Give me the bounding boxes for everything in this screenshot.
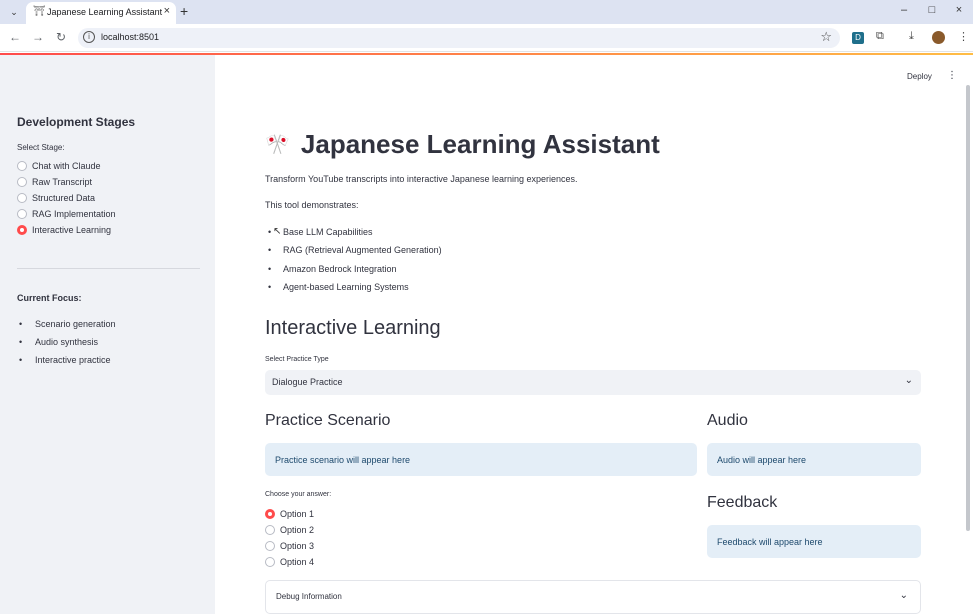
radio-icon[interactable] xyxy=(265,557,275,567)
option-label: Option 3 xyxy=(280,541,315,551)
capability-list-item: • RAG (Retrieval Augmented Generation) xyxy=(268,245,442,255)
tab-close-icon[interactable]: × xyxy=(164,5,170,17)
extension-icon[interactable]: D xyxy=(852,32,864,44)
capability-label: Base LLM Capabilities xyxy=(283,227,373,237)
radio-icon[interactable] xyxy=(17,161,27,171)
audio-placeholder: Audio will appear here xyxy=(717,455,807,465)
practice-scenario-title: Practice Scenario xyxy=(265,412,391,429)
scenario-placeholder: Practice scenario will appear here xyxy=(275,455,411,465)
stage-option-label: Structured Data xyxy=(32,193,96,203)
radio-icon[interactable] xyxy=(265,525,275,535)
new-tab-button[interactable]: + xyxy=(180,3,188,19)
scenario-info-box: Practice scenario will appear here xyxy=(265,443,697,476)
demonstrates-text: This tool demonstrates: xyxy=(265,200,359,210)
forward-icon[interactable]: → xyxy=(31,30,45,44)
profile-avatar[interactable] xyxy=(932,31,945,44)
stage-option-label: Raw Transcript xyxy=(32,177,93,187)
answer-option-3[interactable]: Option 3 xyxy=(265,539,314,553)
back-icon[interactable]: ← xyxy=(8,30,22,44)
answer-label: Choose your answer: xyxy=(265,491,332,498)
browser-tab-bar: ⌄ ⛩ Japanese Learning Assistant × + – □ … xyxy=(0,0,973,24)
radio-icon[interactable] xyxy=(265,541,275,551)
answer-option-1[interactable]: Option 1 xyxy=(265,507,314,521)
stage-option-structured-data[interactable]: Structured Data xyxy=(17,191,95,205)
practice-type-value[interactable]: Dialogue Practice xyxy=(272,377,343,387)
option-label: Option 4 xyxy=(280,557,315,567)
audio-title: Audio xyxy=(707,412,748,429)
debug-expander[interactable]: Debug Information ⌄ xyxy=(265,580,921,614)
capability-list-item: • Amazon Bedrock Integration xyxy=(268,264,397,274)
focus-item-label: Interactive practice xyxy=(35,355,111,365)
audio-info-box: Audio will appear here xyxy=(707,443,921,476)
stage-option-label: RAG Implementation xyxy=(32,209,116,219)
focus-list-item: • Scenario generation xyxy=(19,319,116,329)
answer-option-4[interactable]: Option 4 xyxy=(265,555,314,569)
section-title: Interactive Learning xyxy=(265,317,441,339)
japanese-flags-icon: 🎌 xyxy=(265,133,290,156)
intro-text: Transform YouTube transcripts into inter… xyxy=(265,174,578,184)
chevron-down-icon[interactable]: ⌄ xyxy=(905,375,913,386)
mouse-cursor-icon: ↖ xyxy=(273,226,282,237)
browser-menu-icon[interactable]: ⋮ xyxy=(958,30,969,43)
capability-label: Agent-based Learning Systems xyxy=(283,282,409,292)
page-scrollbar[interactable] xyxy=(966,85,970,531)
stage-option-label: Interactive Learning xyxy=(32,225,112,235)
stage-option-raw-transcript[interactable]: Raw Transcript xyxy=(17,175,92,189)
feedback-title: Feedback xyxy=(707,494,778,511)
page-title: Japanese Learning Assistant xyxy=(300,128,660,159)
streamlit-favicon-icon: ⛩ xyxy=(33,6,46,17)
capability-label: Amazon Bedrock Integration xyxy=(283,264,397,274)
radio-icon[interactable] xyxy=(17,193,27,203)
page-title-row: 🎌 Japanese Learning Assistant xyxy=(265,127,660,161)
maximize-icon[interactable]: □ xyxy=(925,4,939,16)
radio-selected-icon[interactable] xyxy=(265,509,275,519)
sidebar-divider xyxy=(17,268,200,269)
stage-option-rag[interactable]: RAG Implementation xyxy=(17,207,116,221)
focus-item-label: Audio synthesis xyxy=(35,337,99,347)
minimize-icon[interactable]: – xyxy=(897,4,911,16)
sidebar: Development Stages Select Stage: Chat wi… xyxy=(0,55,215,614)
debug-expander-label[interactable]: Debug Information xyxy=(276,592,342,601)
app-menu-icon[interactable]: ⋮ xyxy=(947,70,957,81)
window-close-icon[interactable]: × xyxy=(952,4,966,16)
download-icon[interactable]: ⤓ xyxy=(909,30,914,43)
stage-select-label: Select Stage: xyxy=(17,143,65,152)
current-focus-title: Current Focus: xyxy=(17,293,82,303)
reload-icon[interactable]: ↻ xyxy=(54,30,68,44)
focus-item-label: Scenario generation xyxy=(35,319,116,329)
focus-list-item: • Audio synthesis xyxy=(19,337,99,347)
tab-title: Japanese Learning Assistant xyxy=(47,7,163,17)
capability-list-item: • Agent-based Learning Systems xyxy=(268,282,409,292)
feedback-placeholder: Feedback will appear here xyxy=(717,537,823,547)
bookmark-star-icon[interactable]: ☆ xyxy=(820,29,832,45)
answer-option-2[interactable]: Option 2 xyxy=(265,523,314,537)
practice-type-select[interactable]: Dialogue Practice ⌄ xyxy=(265,370,921,395)
address-bar-row: ← → ↻ i localhost:8501 ☆ xyxy=(0,24,973,52)
option-label: Option 2 xyxy=(280,525,315,535)
sidebar-title: Development Stages xyxy=(17,115,136,129)
radio-icon[interactable] xyxy=(17,177,27,187)
chevron-down-icon[interactable]: ⌄ xyxy=(900,590,908,601)
omnibox[interactable]: i localhost:8501 ☆ xyxy=(78,28,840,48)
extensions-puzzle-icon[interactable]: ⧉ xyxy=(876,30,884,43)
feedback-info-box: Feedback will appear here xyxy=(707,525,921,558)
capability-list-item: • Base LLM Capabilities xyxy=(268,227,373,237)
radio-selected-icon[interactable] xyxy=(17,225,27,235)
capability-label: RAG (Retrieval Augmented Generation) xyxy=(283,245,442,255)
option-label: Option 1 xyxy=(280,509,315,519)
focus-list-item: • Interactive practice xyxy=(19,355,111,365)
stage-option-chat[interactable]: Chat with Claude xyxy=(17,159,101,173)
stage-option-interactive-learning[interactable]: Interactive Learning xyxy=(17,223,111,237)
browser-tab[interactable]: ⛩ Japanese Learning Assistant × xyxy=(26,2,176,24)
practice-type-label: Select Practice Type xyxy=(265,356,329,363)
site-info-icon[interactable]: i xyxy=(83,31,95,43)
radio-icon[interactable] xyxy=(17,209,27,219)
stage-option-label: Chat with Claude xyxy=(32,161,101,171)
deploy-button[interactable]: Deploy xyxy=(907,72,932,81)
tab-search-chevron-icon[interactable]: ⌄ xyxy=(6,4,22,20)
url-text[interactable]: localhost:8501 xyxy=(101,32,159,42)
